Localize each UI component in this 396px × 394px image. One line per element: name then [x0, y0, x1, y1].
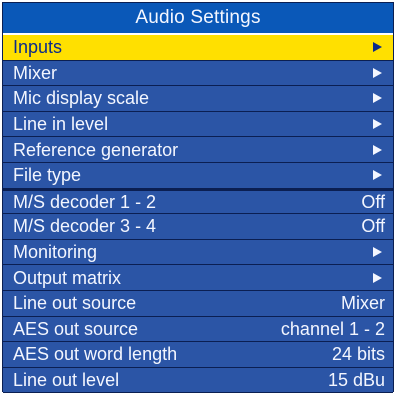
- menu-item-label: Reference generator: [13, 139, 179, 160]
- chevron-right-icon: [373, 272, 382, 283]
- menu-item-label: Line in level: [13, 114, 109, 135]
- menu-item-file-type[interactable]: File type: [3, 162, 393, 189]
- menu-item-line-in-level[interactable]: Line in level: [3, 111, 393, 138]
- menu-item-label: Line out level: [13, 370, 120, 391]
- chevron-right-icon: [373, 144, 382, 155]
- menu-item-aes-out-source[interactable]: AES out source channel 1 - 2: [3, 316, 393, 343]
- menu-item-value: Off: [361, 216, 385, 237]
- menu-item-label: M/S decoder 1 - 2: [13, 191, 157, 212]
- menu-item-line-out-source[interactable]: Line out source Mixer: [3, 290, 393, 317]
- menu-item-inputs[interactable]: Inputs: [3, 35, 393, 61]
- menu-item-value: 24 bits: [331, 344, 385, 365]
- menu-item-label: M/S decoder 3 - 4: [13, 216, 157, 237]
- menu-item-line-out-level[interactable]: Line out level 15 dBu: [3, 367, 393, 394]
- menu-item-label: Inputs: [13, 37, 63, 58]
- menu-item-aes-out-word-length[interactable]: AES out word length 24 bits: [3, 342, 393, 368]
- chevron-right-icon: [373, 42, 382, 53]
- menu-item-value: Off: [361, 191, 385, 212]
- chevron-right-icon: [373, 119, 382, 130]
- chevron-right-icon: [373, 67, 382, 78]
- chevron-right-icon: [373, 247, 382, 258]
- menu-item-output-matrix[interactable]: Output matrix: [3, 265, 393, 291]
- menu-item-label: Output matrix: [13, 267, 122, 288]
- menu-item-reference-generator[interactable]: Reference generator: [3, 137, 393, 163]
- menu-item-label: Line out source: [13, 293, 137, 314]
- menu-item-label: AES out word length: [13, 344, 178, 365]
- menu-item-label: File type: [13, 165, 82, 186]
- chevron-right-icon: [373, 170, 382, 181]
- menu-item-mic-display-scale[interactable]: Mic display scale: [3, 86, 393, 112]
- menu-item-monitoring[interactable]: Monitoring: [3, 239, 393, 266]
- menu-item-mixer[interactable]: Mixer: [3, 60, 393, 87]
- menu-item-ms-decoder-3-4[interactable]: M/S decoder 3 - 4 Off: [3, 214, 393, 240]
- menu-item-value: Mixer: [341, 293, 385, 314]
- menu-item-ms-decoder-1-2[interactable]: M/S decoder 1 - 2 Off: [3, 188, 393, 215]
- menu-item-value: channel 1 - 2: [280, 318, 385, 339]
- menu-item-label: Mixer: [13, 62, 57, 83]
- menu-items: Inputs Mixer Mic display scale Line in l…: [3, 35, 393, 394]
- menu-item-label: Mic display scale: [13, 88, 150, 109]
- chevron-right-icon: [373, 93, 382, 104]
- audio-settings-menu: Audio Settings Inputs Mixer Mic display …: [2, 2, 394, 394]
- menu-item-label: Monitoring: [13, 242, 98, 263]
- menu-title: Audio Settings: [3, 3, 393, 35]
- menu-item-label: AES out source: [13, 318, 139, 339]
- menu-item-value: 15 dBu: [327, 370, 385, 391]
